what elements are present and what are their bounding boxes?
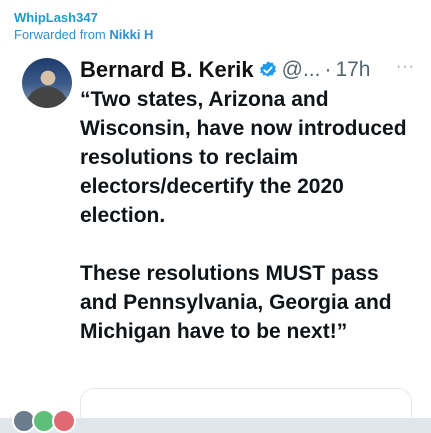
tweet-author-row: Bernard B. Kerik @... · 17h [80,56,415,84]
tweet-author-name[interactable]: Bernard B. Kerik [80,57,254,83]
avatar[interactable] [22,58,72,108]
message-header: WhipLash347 Forwarded from Nikki H [14,10,153,43]
forwarded-name[interactable]: Nikki H [109,27,153,42]
sender-name[interactable]: WhipLash347 [14,10,153,26]
embedded-card[interactable] [80,388,412,429]
more-options-icon[interactable]: ··· [396,58,415,76]
reaction-avatar [52,409,76,433]
tweet-handle[interactable]: @... [282,58,321,82]
forwarded-from[interactable]: Forwarded from Nikki H [14,27,153,43]
separator-dot: · [324,58,332,81]
tweet-card[interactable]: Bernard B. Kerik @... · 17h ··· “Two sta… [12,48,431,429]
tweet-text: “Two states, Arizona and Wisconsin, have… [80,88,407,343]
forwarded-prefix: Forwarded from [14,27,106,42]
tweet-time[interactable]: 17h [335,58,370,82]
message-bubble: WhipLash347 Forwarded from Nikki H Berna… [0,0,431,433]
reaction-avatars[interactable] [12,409,76,433]
verified-badge-icon [259,61,276,77]
